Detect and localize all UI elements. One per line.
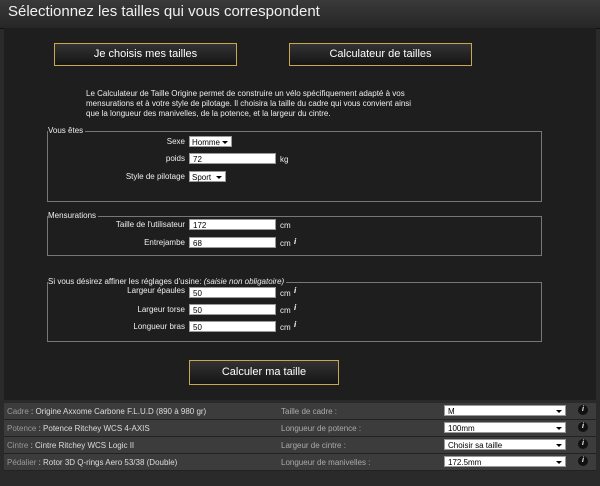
info-icon[interactable]: i <box>578 422 588 432</box>
calculator-intro-text: Le Calculateur de Taille Origine permet … <box>86 89 412 118</box>
component-value: Cintre Ritchey WCS Logic II <box>35 441 135 450</box>
component-param: Longueur de potence : <box>281 424 362 433</box>
vous-etes-legend: Vous êtes <box>48 126 86 135</box>
page-header: Sélectionnez les tailles qui vous corres… <box>0 0 600 29</box>
component-param: Longueur de manivelles : <box>281 458 371 467</box>
chevron-down-icon <box>556 427 562 430</box>
component-label: Potence : Potence Ritchey WCS 4-AXIS <box>7 424 150 433</box>
taille-unit: cm <box>280 221 291 230</box>
component-row-cintre: Cintre : Cintre Ritchey WCS Logic II Lar… <box>4 437 596 454</box>
chevron-down-icon <box>556 444 562 447</box>
entrejambe-info-icon[interactable]: i <box>294 237 296 246</box>
size-calculator-button[interactable]: Calculateur de tailles <box>289 43 472 66</box>
entrejambe-input[interactable]: 68 <box>189 237 276 248</box>
bras-info-icon[interactable]: i <box>294 320 296 329</box>
component-label: Cintre : Cintre Ritchey WCS Logic II <box>7 441 135 450</box>
poids-label: poids <box>165 154 185 163</box>
component-row-cadre: Cadre : Origine Axxome Carbone F.L.U.D (… <box>4 403 596 420</box>
affiner-legend-text: Si vous désirez affiner les réglages d'u… <box>48 277 202 286</box>
chevron-down-icon <box>556 461 562 464</box>
chevron-down-icon <box>556 410 562 413</box>
taille-input[interactable]: 172 <box>189 219 276 230</box>
component-key: Pédalier <box>7 458 37 467</box>
affiner-legend: Si vous désirez affiner les réglages d'u… <box>48 277 287 286</box>
crank-length-select[interactable]: 172.5mm <box>444 456 566 467</box>
stem-length-select[interactable]: 100mm <box>444 422 566 433</box>
entrejambe-label: Entrejambe <box>144 238 185 247</box>
component-value: Potence Ritchey WCS 4-AXIS <box>43 424 150 433</box>
torse-input[interactable]: 50 <box>189 304 276 315</box>
bras-label: Longueur bras <box>133 322 185 331</box>
poids-input[interactable]: 72 <box>189 153 276 164</box>
component-key: Cadre <box>7 407 29 416</box>
stem-length-value: 100mm <box>448 424 475 433</box>
torse-label: Largeur torse <box>137 305 185 314</box>
component-row-pedalier: Pédalier : Rotor 3D Q-rings Aero 53/38 (… <box>4 454 596 471</box>
component-value: Rotor 3D Q-rings Aero 53/38 (Double) <box>43 458 178 467</box>
chevron-down-icon <box>222 141 228 144</box>
style-value: Sport <box>192 173 212 182</box>
component-param: Taille de cadre : <box>281 407 338 416</box>
entrejambe-unit: cm <box>280 239 291 248</box>
style-select[interactable]: Sport <box>189 171 226 182</box>
epaules-label: Largeur épaules <box>127 286 185 295</box>
component-label: Cadre : Origine Axxome Carbone F.L.U.D (… <box>7 407 207 416</box>
component-value: Origine Axxome Carbone F.L.U.D (890 à 98… <box>35 407 207 416</box>
info-icon[interactable]: i <box>578 439 588 449</box>
torse-info-icon[interactable]: i <box>294 303 296 312</box>
bras-unit: cm <box>280 323 291 332</box>
calculate-size-button[interactable]: Calculer ma taille <box>189 360 339 385</box>
chevron-down-icon <box>216 176 222 179</box>
sexe-label: Sexe <box>166 137 185 146</box>
affiner-legend-note: (saisie non obligatoire) <box>203 277 285 286</box>
component-label: Pédalier : Rotor 3D Q-rings Aero 53/38 (… <box>7 458 178 467</box>
handlebar-width-select[interactable]: Choisir sa taille <box>444 439 566 450</box>
component-key: Potence <box>7 424 37 433</box>
component-key: Cintre <box>7 441 29 450</box>
epaules-input[interactable]: 50 <box>189 287 276 298</box>
component-param: Largeur de cintre : <box>281 441 346 450</box>
info-icon[interactable]: i <box>578 405 588 415</box>
info-icon[interactable]: i <box>578 456 588 466</box>
frame-size-select[interactable]: M <box>444 405 566 416</box>
sexe-value: Homme <box>192 138 221 147</box>
frame-size-value: M <box>448 407 455 416</box>
page-title: Sélectionnez les tailles qui vous corres… <box>8 3 320 20</box>
handlebar-width-value: Choisir sa taille <box>448 441 503 450</box>
poids-unit: kg <box>280 155 289 164</box>
mensurations-legend: Mensurations <box>48 211 99 220</box>
sexe-select[interactable]: Homme <box>189 136 232 147</box>
taille-label: Taille de l'utilisateur <box>115 220 185 229</box>
epaules-info-icon[interactable]: i <box>294 286 296 295</box>
torse-unit: cm <box>280 306 291 315</box>
style-label: Style de pilotage <box>125 172 185 181</box>
choose-sizes-button[interactable]: Je choisis mes tailles <box>54 43 237 66</box>
bras-input[interactable]: 50 <box>189 321 276 332</box>
epaules-unit: cm <box>280 289 291 298</box>
component-row-potence: Potence : Potence Ritchey WCS 4-AXIS Lon… <box>4 420 596 437</box>
crank-length-value: 172.5mm <box>448 458 482 467</box>
